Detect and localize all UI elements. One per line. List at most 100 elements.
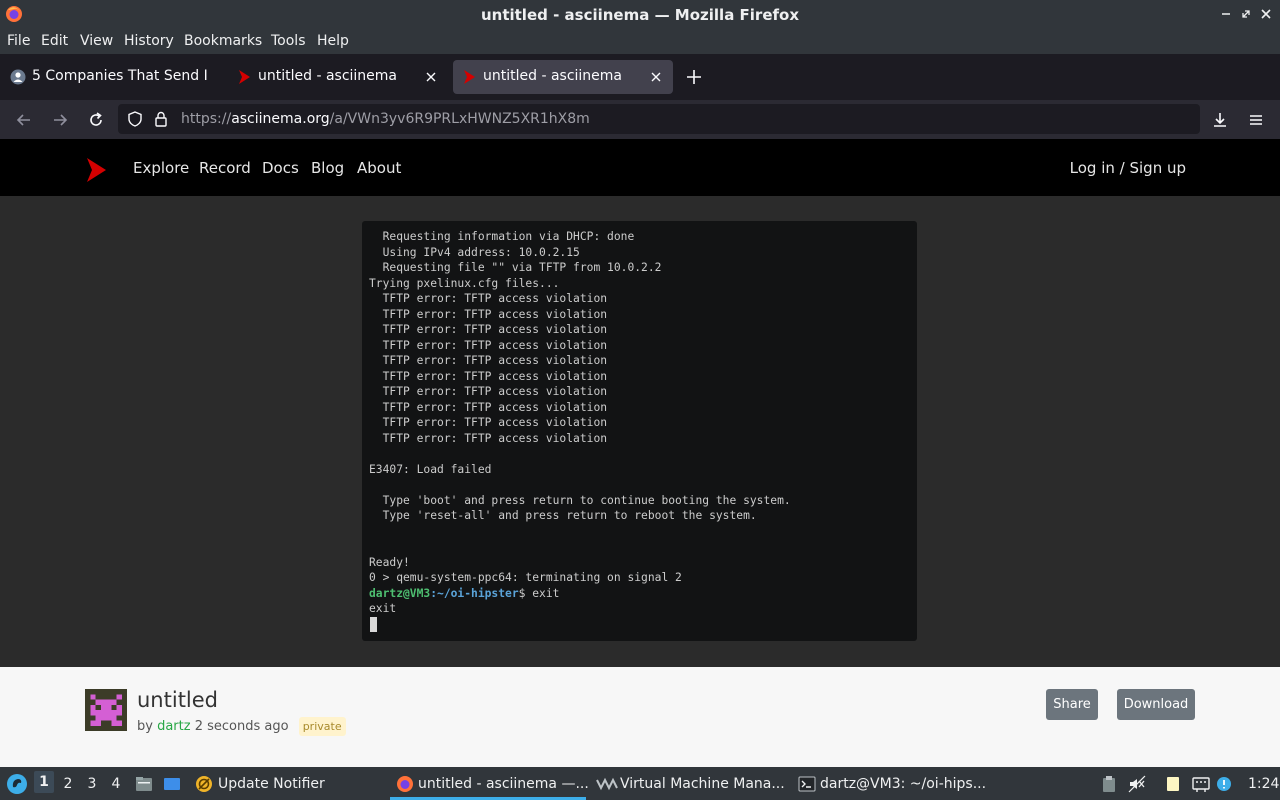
task-terminal[interactable]: dartz@VM3: ~/oi-hips... (820, 776, 986, 792)
close-window-icon[interactable] (1258, 6, 1274, 22)
task-update-notifier[interactable]: Update Notifier (218, 776, 325, 792)
terminal-line: exit (369, 602, 397, 615)
terminal-line: TFTP error: TFTP access violation (369, 369, 608, 383)
tab-strip: 5 Companies That Send I untitled - ascii… (0, 54, 1280, 100)
tab-label: 5 Companies That Send I (32, 68, 208, 84)
terminal-line: TFTP error: TFTP access violation (369, 323, 608, 336)
terminal-line: Type 'reset-all' and press return to reb… (369, 509, 757, 522)
terminal-player[interactable]: Requesting information via DHCP: done Us… (362, 221, 917, 641)
terminal-line: TFTP error: TFTP access violation (369, 416, 608, 429)
terminal-line: Type 'boot' and press return to continue… (369, 493, 791, 507)
share-button[interactable]: Share (1046, 689, 1098, 720)
desktop-icon[interactable] (163, 775, 181, 793)
terminal-line: 0 > qemu-system-ppc64: terminating on si… (369, 571, 682, 584)
nav-about[interactable]: About (357, 159, 401, 177)
prompt-command: $ exit (518, 586, 560, 600)
privacy-badge: private (298, 717, 346, 736)
terminal-line: Ready! (369, 555, 410, 569)
nav-blog[interactable]: Blog (311, 159, 344, 177)
file-manager-icon[interactable] (135, 775, 153, 793)
minimize-icon[interactable] (1218, 6, 1234, 22)
window-title: untitled - asciinema — Mozilla Firefox (480, 6, 800, 24)
terminal-line: Requesting information via DHCP: done (369, 230, 635, 243)
nav-explore[interactable]: Explore (133, 159, 189, 177)
clipboard-icon[interactable] (1100, 775, 1118, 793)
url-scheme: https:// (181, 111, 232, 127)
downloads-icon[interactable] (1210, 110, 1230, 130)
recording-time: 2 seconds ago (194, 719, 289, 734)
login-signup-link[interactable]: Log in / Sign up (1070, 159, 1186, 177)
forward-icon[interactable] (50, 110, 70, 130)
author-link[interactable]: dartz (157, 719, 190, 734)
terminal-line: TFTP error: TFTP access violation (369, 385, 608, 398)
terminal-line: E3407: Load failed (369, 462, 492, 476)
tab-companies[interactable]: 5 Companies That Send I (2, 60, 224, 94)
notes-icon[interactable] (1164, 775, 1182, 793)
terminal-cursor (370, 617, 377, 632)
nav-record[interactable]: Record (199, 159, 251, 177)
taskbar: 1 2 3 4 Update Notifier untitled - ascii… (0, 767, 1280, 800)
close-tab-icon[interactable] (424, 70, 438, 84)
recording-meta: by dartz 2 seconds ago private (137, 717, 346, 736)
maximize-icon[interactable] (1238, 6, 1254, 22)
prompt-path: :~/oi-hipster (430, 586, 519, 600)
by-label: by (137, 719, 153, 734)
menu-help[interactable]: Help (317, 33, 349, 49)
update-notifier-icon (196, 776, 212, 792)
terminal-line: TFTP error: TFTP access violation (369, 292, 608, 305)
terminal-prompt-line: dartz@VM3:~/oi-hipster$ exit (369, 586, 791, 602)
asciinema-icon (464, 70, 475, 84)
task-vm-manager[interactable]: Virtual Machine Mana... (620, 776, 785, 792)
close-tab-icon[interactable] (649, 70, 663, 84)
prompt-user: dartz@VM3 (369, 586, 431, 600)
tracking-protection-icon[interactable] (126, 110, 144, 128)
terminal-line: TFTP error: TFTP access violation (369, 431, 608, 445)
start-menu-icon[interactable] (6, 773, 28, 795)
back-icon[interactable] (14, 110, 34, 130)
menu-history[interactable]: History (124, 33, 174, 49)
avatar[interactable] (85, 689, 127, 731)
nav-docs[interactable]: Docs (262, 159, 299, 177)
workspace-4[interactable]: 4 (106, 776, 126, 792)
firefox-icon (397, 776, 413, 792)
url-host: asciinema.org (231, 111, 330, 127)
terminal-line: TFTP error: TFTP access violation (369, 338, 608, 352)
terminal-line: Requesting file "" via TFTP from 10.0.2.… (369, 261, 662, 274)
clock[interactable]: 1:24 (1248, 776, 1279, 792)
reload-icon[interactable] (86, 110, 106, 130)
menu-bookmarks[interactable]: Bookmarks (184, 33, 262, 49)
tab-label: untitled - asciinema (258, 68, 398, 84)
task-firefox[interactable]: untitled - asciinema —... (418, 776, 589, 792)
url-text[interactable]: https://asciinema.org/a/VWn3yv6R9PRLxHWN… (181, 111, 590, 127)
tab-label: untitled - asciinema (483, 68, 623, 84)
terminal-output: Requesting information via DHCP: done Us… (369, 229, 791, 617)
tab-asciinema-2[interactable]: untitled - asciinema (453, 60, 673, 94)
download-button[interactable]: Download (1117, 689, 1195, 720)
terminal-line: Trying pxelinux.cfg files... (369, 276, 560, 290)
vm-manager-icon (596, 777, 618, 791)
recording-title: untitled (137, 688, 219, 712)
volume-muted-icon[interactable] (1128, 775, 1146, 793)
terminal-icon (798, 776, 816, 792)
workspace-1[interactable]: 1 (34, 771, 54, 793)
new-tab-icon[interactable] (684, 67, 704, 87)
network-icon[interactable] (1192, 775, 1210, 793)
menu-view[interactable]: View (80, 33, 113, 49)
menu-file[interactable]: File (7, 33, 30, 49)
terminal-line: TFTP error: TFTP access violation (369, 354, 608, 367)
menu-edit[interactable]: Edit (41, 33, 68, 49)
asciinema-logo-icon[interactable] (84, 157, 108, 183)
url-path: /a/VWn3yv6R9PRLxHWNZ5XR1hX8m (329, 111, 590, 127)
app-menu-icon[interactable] (1246, 110, 1266, 130)
menu-bar: File Edit View History Bookmarks Tools H… (0, 29, 1280, 54)
menu-tools[interactable]: Tools (271, 33, 306, 49)
notification-icon[interactable] (1215, 775, 1233, 793)
lock-icon[interactable] (152, 110, 170, 128)
tab-asciinema-1[interactable]: untitled - asciinema (228, 60, 450, 94)
terminal-line: Using IPv4 address: 10.0.2.15 (369, 245, 580, 259)
workspace-2[interactable]: 2 (58, 776, 78, 792)
terminal-line: TFTP error: TFTP access violation (369, 400, 608, 414)
workspace-3[interactable]: 3 (82, 776, 102, 792)
